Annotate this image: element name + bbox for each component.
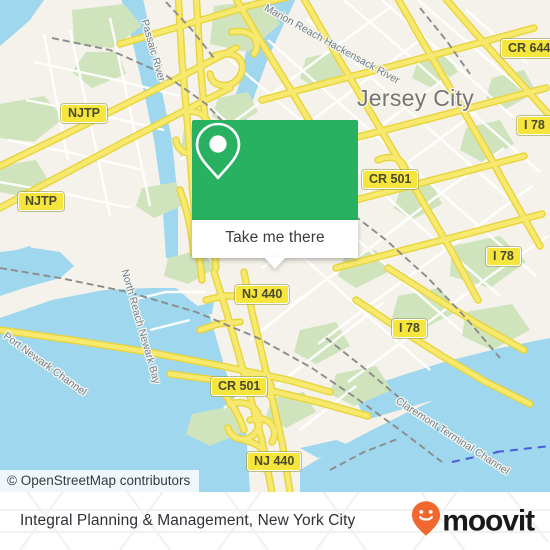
popup-tail-pointer [264, 257, 286, 269]
map-shield-i78-south[interactable]: I 78 [392, 319, 427, 338]
map-shield-cr644[interactable]: CR 644 [501, 39, 550, 58]
map-shield-cr501-north[interactable]: CR 501 [362, 170, 419, 189]
map-shield-nj440-north[interactable]: NJ 440 [235, 285, 290, 304]
map-shield-njtp-south[interactable]: NJTP [18, 192, 64, 211]
map-shield-njtp-north[interactable]: NJTP [61, 104, 107, 123]
map-shield-cr501-south[interactable]: CR 501 [211, 377, 268, 396]
map-attribution[interactable]: © OpenStreetMap contributors [0, 470, 200, 492]
map-shield-i78-east[interactable]: I 78 [486, 247, 521, 266]
moovit-logo[interactable]: moovit [411, 501, 535, 542]
bottom-info-bar: Integral Planning & Management, New York… [0, 492, 550, 550]
popup-action-bar[interactable]: Take me there [192, 220, 358, 269]
location-popup-card[interactable]: Take me there [192, 120, 358, 269]
map-shield-i78-northeast[interactable]: I 78 [517, 116, 550, 135]
place-title: Integral Planning & Management, New York… [20, 512, 356, 529]
map-shield-nj440-south[interactable]: NJ 440 [247, 452, 302, 471]
moovit-wordmark: moovit [442, 504, 535, 537]
take-me-there-button[interactable]: Take me there [192, 220, 358, 258]
popup-image-panel [192, 120, 358, 220]
map-canvas[interactable]: Jersey City Marion Reach Hackensack Rive… [0, 0, 550, 492]
screenshot-root: Jersey City Marion Reach Hackensack Rive… [0, 0, 550, 550]
moovit-pin-smile-icon [411, 501, 441, 542]
